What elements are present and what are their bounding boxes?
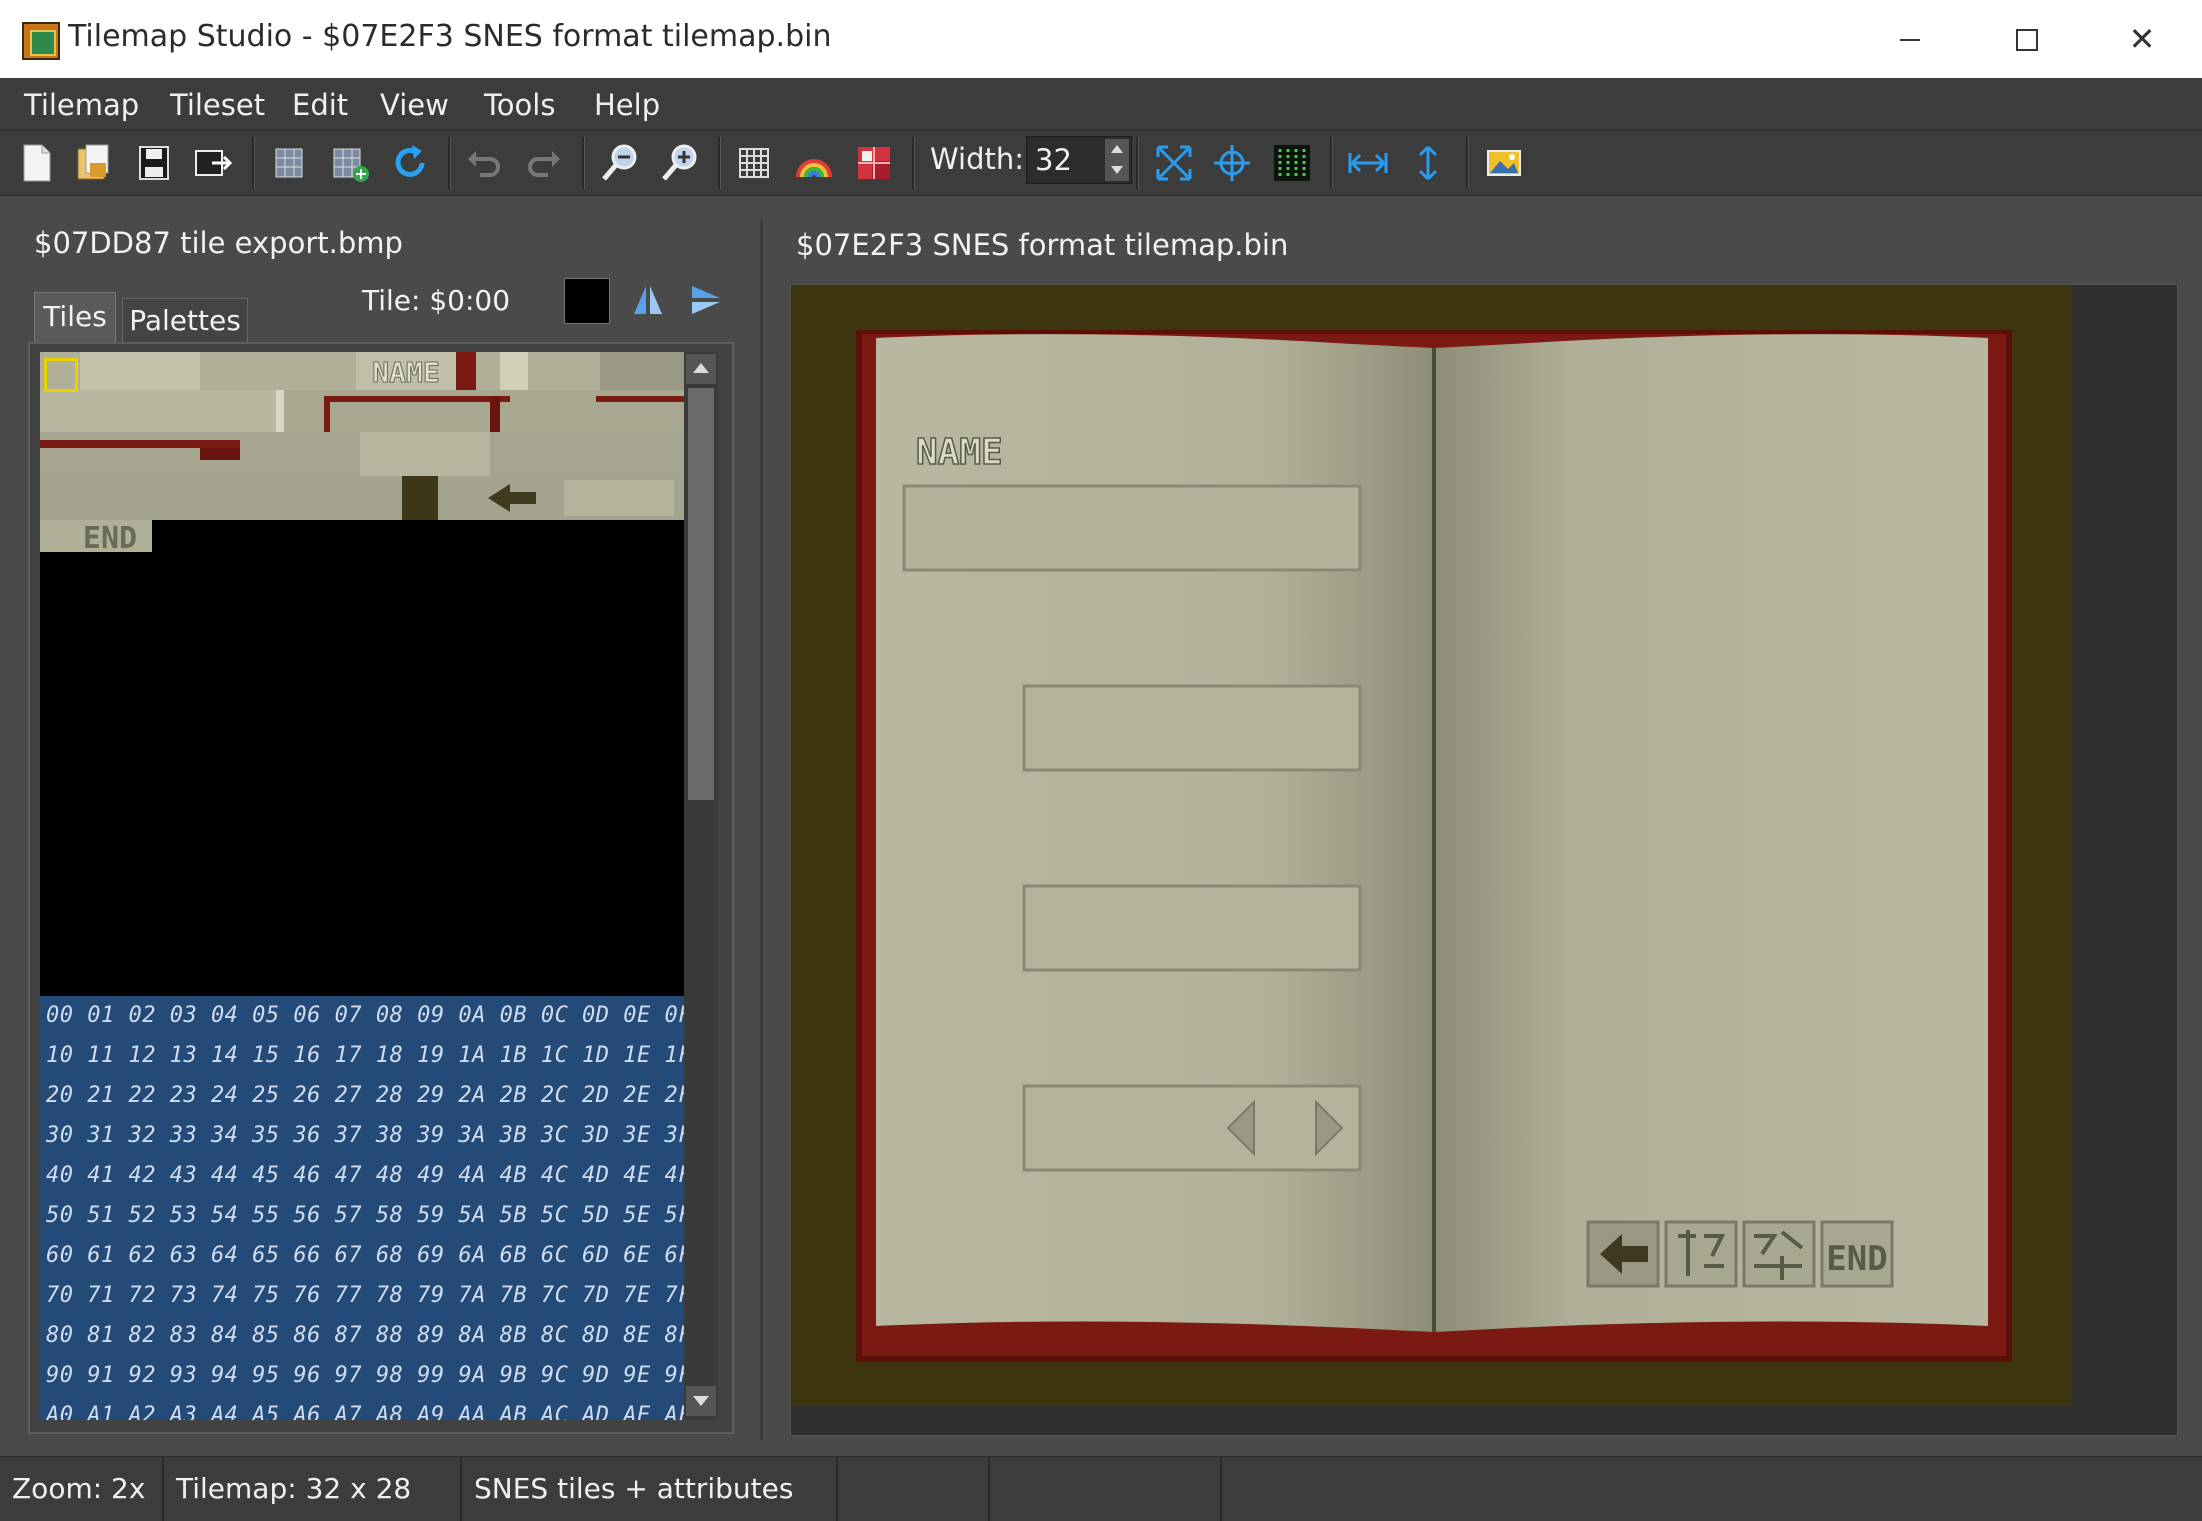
zoom-out-icon[interactable]: [598, 141, 642, 185]
save-icon[interactable]: [132, 141, 176, 185]
menu-bar: Tilemap Tileset Edit View Tools Help: [0, 78, 2202, 131]
load-tileset-icon[interactable]: [268, 141, 312, 185]
width-increment-button[interactable]: [1105, 139, 1129, 160]
hex-row: 70 71 72 73 74 75 76 77 78 79 7A 7B 7C 7…: [46, 1283, 684, 1308]
export-icon[interactable]: [190, 141, 234, 185]
tilemap-canvas[interactable]: NAME END: [792, 286, 2072, 1406]
redo-icon[interactable]: [522, 141, 566, 185]
grid-icon[interactable]: [732, 141, 776, 185]
maximize-button[interactable]: [1996, 14, 2056, 64]
entry-box-2: [1022, 684, 1362, 772]
tileset-end-text: END: [83, 521, 137, 552]
palette-icon[interactable]: [852, 141, 896, 185]
tab-palettes[interactable]: Palettes: [122, 298, 248, 342]
app-icon: [22, 22, 60, 60]
hex-row: 30 31 32 33 34 35 36 37 38 39 3A 3B 3C 3…: [46, 1123, 684, 1148]
tile-selection-cursor: [44, 358, 78, 392]
title-bar: Tilemap Studio - $07E2F3 SNES format til…: [0, 0, 2202, 79]
kana-button-1: [1664, 1220, 1738, 1288]
tile-id-grid[interactable]: 00 01 02 03 04 05 06 07 08 09 0A 0B 0C 0…: [40, 996, 684, 1420]
panel-divider[interactable]: [760, 220, 763, 1440]
menu-help[interactable]: Help: [594, 88, 660, 122]
status-format: SNES tiles + attributes: [462, 1457, 838, 1521]
status-cell-empty-2: [990, 1457, 1222, 1521]
scroll-up-button[interactable]: [686, 354, 716, 384]
tileset-canvas[interactable]: NAME END: [40, 352, 684, 996]
zoom-in-icon[interactable]: [658, 141, 702, 185]
hex-row: 00 01 02 03 04 05 06 07 08 09 0A 0B 0C 0…: [46, 1003, 684, 1028]
open-icon[interactable]: [72, 141, 116, 185]
width-icon[interactable]: [1346, 141, 1390, 185]
menu-tilemap[interactable]: Tilemap: [24, 88, 139, 122]
status-bar: Zoom: 2x Tilemap: 32 x 28 SNES tiles + a…: [0, 1456, 2202, 1521]
height-icon[interactable]: [1406, 141, 1450, 185]
hex-row: 10 11 12 13 14 15 16 17 18 19 1A 1B 1C 1…: [46, 1043, 684, 1068]
status-zoom: Zoom: 2x: [0, 1457, 164, 1521]
rainbow-icon[interactable]: [792, 141, 836, 185]
new-icon[interactable]: [14, 141, 58, 185]
resize-icon[interactable]: [1152, 141, 1196, 185]
width-decrement-button[interactable]: [1105, 160, 1129, 181]
color-swatch[interactable]: [564, 278, 610, 324]
tileset-file-name: $07DD87 tile export.bmp: [34, 226, 403, 260]
tilemap-file-name: $07E2F3 SNES format tilemap.bin: [796, 228, 1289, 262]
hex-row: A0 A1 A2 A3 A4 A5 A6 A7 A8 A9 AA AB AC A…: [46, 1403, 684, 1420]
menu-tileset[interactable]: Tileset: [170, 88, 265, 122]
add-tileset-icon[interactable]: [328, 141, 372, 185]
flip-horizontal-icon[interactable]: [628, 280, 668, 320]
center-icon[interactable]: [1210, 141, 1254, 185]
menu-edit[interactable]: Edit: [292, 88, 348, 122]
hex-row: 40 41 42 43 44 45 46 47 48 49 4A 4B 4C 4…: [46, 1163, 684, 1188]
selector-box: [1022, 1084, 1362, 1172]
reload-icon[interactable]: [388, 141, 432, 185]
hex-row: 50 51 52 53 54 55 56 57 58 59 5A 5B 5C 5…: [46, 1203, 684, 1228]
hex-row: 20 21 22 23 24 25 26 27 28 29 2A 2B 2C 2…: [46, 1083, 684, 1108]
tile-ids-icon[interactable]: [1270, 141, 1314, 185]
tileset-name-text: NAME: [372, 356, 439, 389]
tileset-scrollbar[interactable]: [684, 352, 718, 1420]
scrollbar-thumb[interactable]: [688, 388, 714, 800]
close-button[interactable]: ✕: [2112, 14, 2172, 64]
kana-button-2: [1742, 1220, 1816, 1288]
window-title: Tilemap Studio - $07E2F3 SNES format til…: [68, 19, 832, 54]
end-label: END: [1826, 1239, 1887, 1279]
width-spinner[interactable]: 32: [1026, 136, 1132, 184]
tileset-tiles-image: NAME END: [40, 352, 684, 552]
entry-box-3: [1022, 884, 1362, 972]
status-tilemap-size: Tilemap: 32 x 28: [164, 1457, 462, 1521]
flip-vertical-icon[interactable]: [686, 280, 726, 320]
tab-tiles[interactable]: Tiles: [34, 292, 116, 342]
name-label: NAME: [916, 432, 1003, 473]
book-right-page: [1434, 334, 1988, 1333]
minimize-button[interactable]: [1880, 14, 1940, 64]
width-label: Width:: [930, 142, 1025, 176]
status-cell-empty-1: [838, 1457, 990, 1521]
name-input-box: [902, 484, 1362, 572]
width-value[interactable]: 32: [1035, 143, 1072, 177]
tile-info: Tile: $0:00: [362, 284, 511, 317]
hex-row: 90 91 92 93 94 95 96 97 98 99 9A 9B 9C 9…: [46, 1363, 684, 1388]
menu-tools[interactable]: Tools: [484, 88, 555, 122]
undo-icon[interactable]: [462, 141, 506, 185]
image-icon[interactable]: [1482, 141, 1526, 185]
hex-row: 60 61 62 63 64 65 66 67 68 69 6A 6B 6C 6…: [46, 1243, 684, 1268]
scroll-down-button[interactable]: [686, 1386, 716, 1416]
hex-row: 80 81 82 83 84 85 86 87 88 89 8A 8B 8C 8…: [46, 1323, 684, 1348]
menu-view[interactable]: View: [380, 88, 449, 122]
book-left-page: [876, 334, 1434, 1333]
